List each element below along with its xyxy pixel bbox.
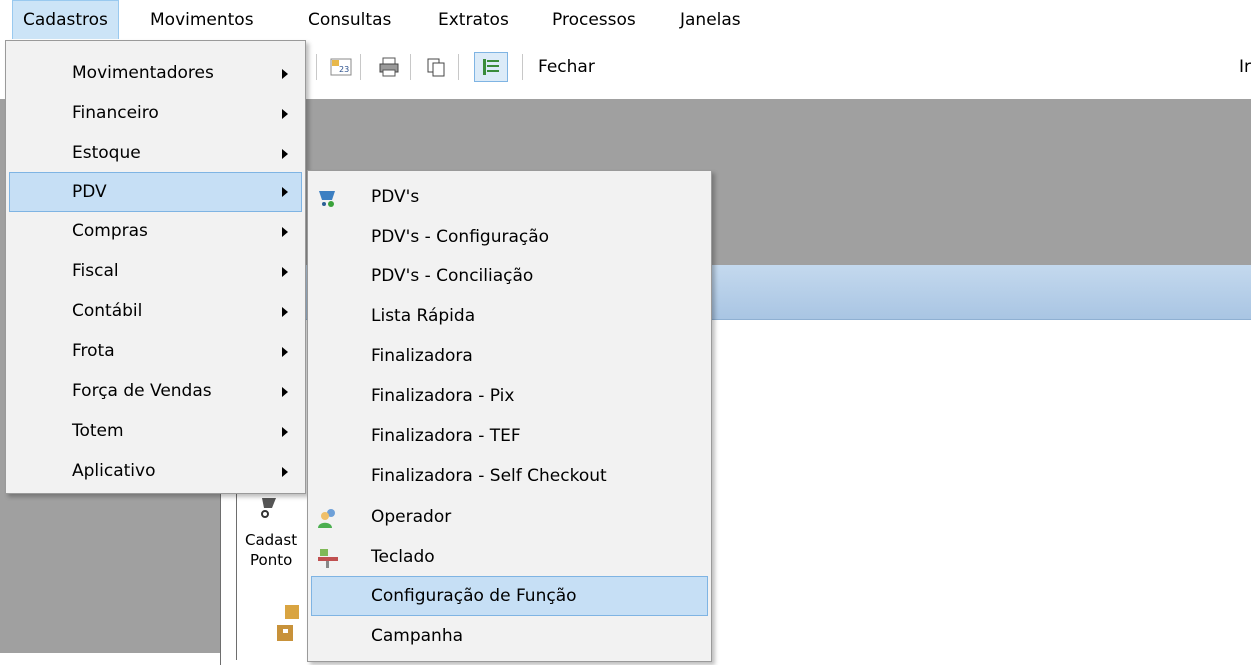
menu-item-finalizadora[interactable]: Finalizadora <box>311 337 708 375</box>
menu-item-label: Campanha <box>371 626 464 646</box>
menu-item-finalizadora-self-checkout[interactable]: Finalizadora - Self Checkout <box>311 457 708 495</box>
menu-item-pdv[interactable]: PDV <box>9 172 302 212</box>
menu-item-campanha[interactable]: Campanha <box>311 617 708 655</box>
submenu-arrow-icon <box>282 387 288 397</box>
menu-cadastros[interactable]: Cadastros <box>12 0 119 39</box>
menu-item-label: Teclado <box>371 547 435 567</box>
menu-item-aplicativo[interactable]: Aplicativo <box>9 452 302 490</box>
menu-item-pdvs-conciliacao[interactable]: PDV's - Conciliação <box>311 257 708 295</box>
menu-item-frota[interactable]: Frota <box>9 332 302 370</box>
menu-item-label: Frota <box>72 341 115 361</box>
workspace-icon-label[interactable]: Ponto <box>250 550 292 570</box>
workspace-icon-label[interactable]: Cadast <box>245 530 297 550</box>
menu-item-label: Fiscal <box>72 261 119 281</box>
toolbar-right-item[interactable]: Ir <box>1239 52 1251 82</box>
menu-item-label: Força de Vendas <box>72 381 212 401</box>
tree-view-toggle[interactable] <box>474 52 508 82</box>
submenu-arrow-icon <box>282 467 288 477</box>
submenu-arrow-icon <box>282 109 288 119</box>
menu-item-label: Financeiro <box>72 103 159 123</box>
menu-item-lista-rapida[interactable]: Lista Rápida <box>311 297 708 335</box>
box-icon[interactable] <box>275 605 303 645</box>
menu-consultas[interactable]: Consultas <box>298 0 401 40</box>
menu-item-label: Lista Rápida <box>371 306 476 326</box>
menu-item-configuracao-de-funcao[interactable]: Configuração de Função <box>311 576 708 616</box>
tree-view-icon <box>483 59 499 75</box>
menu-item-label: Finalizadora - Self Checkout <box>371 466 607 486</box>
copy-icon[interactable] <box>425 56 447 78</box>
submenu-arrow-icon <box>282 267 288 277</box>
toolbar-separator <box>360 54 361 80</box>
users-icon <box>318 509 335 528</box>
keyboard-icon <box>318 549 338 568</box>
menu-janelas[interactable]: Janelas <box>670 0 751 40</box>
submenu-arrow-icon <box>282 427 288 437</box>
submenu-arrow-icon <box>282 149 288 159</box>
menu-item-estoque[interactable]: Estoque <box>9 134 302 172</box>
menu-item-totem[interactable]: Totem <box>9 412 302 450</box>
svg-text:23: 23 <box>339 65 349 74</box>
submenu-arrow-icon <box>282 347 288 357</box>
print-icon[interactable] <box>378 56 400 78</box>
toolbar-separator <box>316 54 317 80</box>
menu-item-teclado[interactable]: Teclado <box>311 538 708 576</box>
submenu-arrow-icon <box>282 307 288 317</box>
menu-item-label: PDV <box>72 182 107 202</box>
menubar: Cadastros Movimentos Consultas Extratos … <box>0 0 1251 40</box>
submenu-arrow-icon <box>282 227 288 237</box>
menu-item-label: Movimentadores <box>72 63 214 83</box>
menu-processos[interactable]: Processos <box>542 0 646 40</box>
toolbar-separator <box>410 54 411 80</box>
menu-item-movimentadores[interactable]: Movimentadores <box>9 54 302 92</box>
menu-item-label: Aplicativo <box>72 461 156 481</box>
pdv-submenu: PDV's PDV's - Configuração PDV's - Conci… <box>307 170 712 662</box>
menu-item-compras[interactable]: Compras <box>9 212 302 250</box>
menu-item-forca-de-vendas[interactable]: Força de Vendas <box>9 372 302 410</box>
menu-item-contabil[interactable]: Contábil <box>9 292 302 330</box>
toolbar-separator <box>522 54 523 80</box>
menu-item-label: Operador <box>371 507 452 527</box>
menu-item-finalizadora-tef[interactable]: Finalizadora - TEF <box>311 417 708 455</box>
menu-item-label: Estoque <box>72 143 141 163</box>
numbering-icon[interactable]: 23 <box>330 56 352 78</box>
menu-item-label: Contábil <box>72 301 143 321</box>
cart-icon <box>319 191 335 207</box>
menu-item-operador[interactable]: Operador <box>311 498 708 536</box>
menu-item-label: PDV's <box>371 187 420 207</box>
cadastros-menu: Movimentadores Financeiro Estoque PDV Co… <box>5 40 306 494</box>
menu-item-label: Finalizadora - TEF <box>371 426 521 446</box>
menu-extratos[interactable]: Extratos <box>428 0 519 40</box>
submenu-arrow-icon <box>282 69 288 79</box>
toolbar-separator <box>458 54 459 80</box>
menu-item-label: Totem <box>72 421 124 441</box>
menu-item-finalizadora-pix[interactable]: Finalizadora - Pix <box>311 377 708 415</box>
menu-item-label: Configuração de Função <box>371 586 577 606</box>
menu-item-financeiro[interactable]: Financeiro <box>9 94 302 132</box>
menu-item-fiscal[interactable]: Fiscal <box>9 252 302 290</box>
menu-item-pdvs-configuracao[interactable]: PDV's - Configuração <box>311 218 708 256</box>
menu-item-label: Finalizadora <box>371 346 473 366</box>
close-button[interactable]: Fechar <box>538 52 595 82</box>
submenu-arrow-icon <box>282 187 288 197</box>
menu-item-label: PDV's - Conciliação <box>371 266 534 286</box>
menu-item-label: Compras <box>72 221 148 241</box>
register-point-icon[interactable] <box>258 496 280 522</box>
menu-item-label: Finalizadora - Pix <box>371 386 515 406</box>
menu-item-pdvs[interactable]: PDV's <box>311 178 708 216</box>
menu-movimentos[interactable]: Movimentos <box>140 0 264 40</box>
menu-item-label: PDV's - Configuração <box>371 227 550 247</box>
